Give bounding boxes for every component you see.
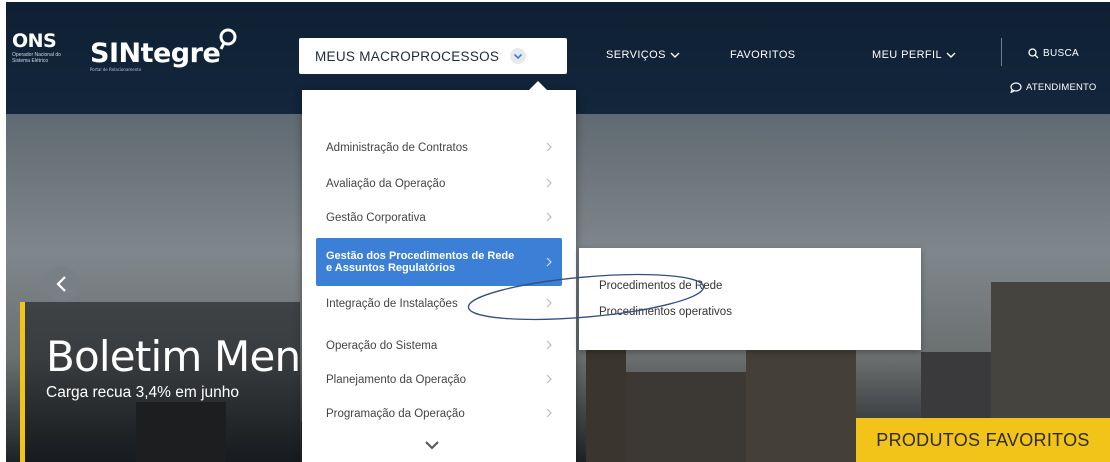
chevron-right-icon [546,212,552,222]
chevron-right-icon [546,142,552,152]
dropdown-item-gestao-procedimentos[interactable]: Gestão dos Procedimentos de Rede e Assun… [316,238,562,286]
dropdown-item-programacao[interactable]: Programação da Operação [316,400,562,428]
dropdown-item-label: Gestão Corporativa [326,212,426,224]
dropdown-item-operacao-sistema[interactable]: Operação do Sistema [316,332,562,360]
meus-macroprocessos-label: MEUS MACROPROCESSOS [315,48,500,64]
dropdown-item-administracao[interactable]: Administração de Contratos [316,134,562,162]
chevron-right-icon [546,374,552,384]
atendimento-label: ATENDIMENTO [1026,82,1097,93]
favoritos-label: FAVORITOS [730,49,796,61]
chevron-down-icon [510,48,527,64]
dropdown-item-label: Administração de Contratos [326,142,468,154]
dropdown-item-integracao[interactable]: Integração de Instalações [316,290,562,318]
busca-label: BUSCA [1043,48,1079,59]
building-silhouette [626,372,746,462]
chevron-right-icon [546,408,552,418]
atendimento-link[interactable]: ATENDIMENTO [1010,82,1096,93]
search-icon [1028,48,1039,59]
pin-icon [219,28,237,50]
chevron-right-icon [546,298,552,308]
meus-macroprocessos-button[interactable]: MEUS MACROPROCESSOS [299,38,567,74]
browser-viewport: ONS Operador Nacional do Sistema Elétric… [6,2,1110,462]
procedimentos-submenu: Procedimentos de Rede Procedimentos oper… [579,248,921,350]
submenu-item-procedimentos-rede[interactable]: Procedimentos de Rede [599,280,722,292]
produtos-favoritos-button[interactable]: PRODUTOS FAVORITOS [856,418,1110,462]
chevron-right-icon [546,178,552,188]
dropdown-item-label: Planejamento da Operação [326,374,467,386]
sintegre-logo-text: SINtegre [90,38,221,69]
chevron-right-icon [546,257,552,267]
submenu-item-procedimentos-operativos[interactable]: Procedimentos operativos [599,306,732,318]
chevron-left-icon [56,276,66,292]
busca-link[interactable]: BUSCA [1028,48,1079,59]
dropdown-item-label: Programação da Operação [326,408,465,420]
slide-caption-box [20,302,300,462]
sintegre-logo[interactable]: SINtegre Portal de Relacionamento [90,38,221,72]
ons-logo-text: ONS [12,30,57,52]
servicos-label: SERVIÇOS [606,49,666,61]
macroprocessos-dropdown: Administração de Contratos Avaliação da … [302,81,576,462]
servicos-menu[interactable]: SERVIÇOS [606,49,680,61]
ons-logo[interactable]: ONS Operador Nacional do Sistema Elétric… [12,30,72,64]
dropdown-item-gestao-corporativa[interactable]: Gestão Corporativa [316,204,562,232]
dropdown-item-label: Avaliação da Operação [326,178,446,190]
building-silhouette [746,342,856,462]
chat-icon [1010,82,1022,93]
dropdown-item-label: Gestão dos Procedimentos de Rede e Assun… [326,250,515,274]
dropdown-item-label: Integração de Instalações [326,298,458,310]
chevron-right-icon [546,340,552,350]
nav-divider [1001,38,1002,66]
dropdown-item-label: Operação do Sistema [326,340,438,352]
carousel-prev-button[interactable] [44,266,80,302]
meu-perfil-menu[interactable]: MEU PERFIL [872,49,956,61]
slide-subtitle: Carga recua 3,4% em junho [46,384,240,401]
chevron-down-icon [670,52,680,58]
dropdown-item-avaliacao[interactable]: Avaliação da Operação [316,170,562,198]
dropdown-item-planejamento[interactable]: Planejamento da Operação [316,366,562,394]
ons-logo-tagline: Operador Nacional do Sistema Elétrico [12,52,61,64]
chevron-down-icon[interactable] [424,440,440,450]
chevron-down-icon [946,52,956,58]
favoritos-link[interactable]: FAVORITOS [730,49,796,61]
meu-perfil-label: MEU PERFIL [872,49,943,61]
